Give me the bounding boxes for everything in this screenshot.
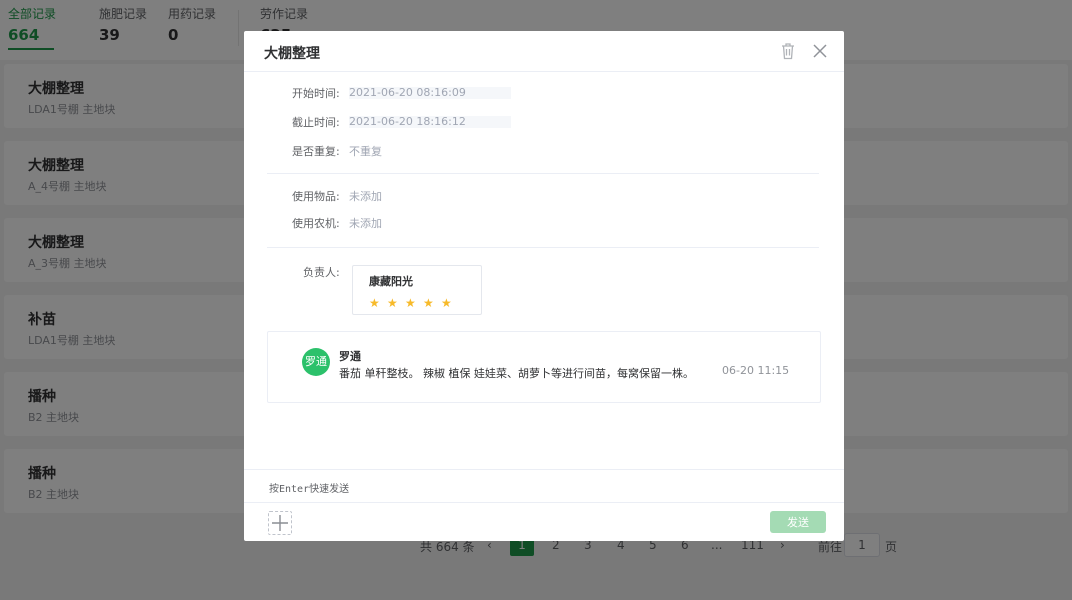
- comment-item: 罗通 罗通 番茄 单秆整枝。 辣椒 植保 娃娃菜、胡萝卜等进行间苗，每窝保留一株…: [267, 331, 821, 403]
- star-icon: ★: [423, 296, 434, 310]
- send-button[interactable]: 发送: [770, 511, 826, 533]
- comment-text: 番茄 单秆整枝。 辣椒 植保 娃娃菜、胡萝卜等进行间苗，每窝保留一株。: [339, 367, 694, 380]
- items-used-label: 使用物品:: [292, 190, 340, 203]
- end-time-value: 2021-06-20 18:16:12: [349, 115, 511, 128]
- comment-time: 06-20 11:15: [722, 364, 790, 377]
- owner-label: 负责人:: [303, 266, 340, 279]
- section-divider: [267, 247, 819, 248]
- owner-rating: ★ ★ ★ ★ ★: [369, 292, 459, 311]
- dialog-title: 大棚整理: [264, 46, 320, 62]
- dialog-header: 大棚整理: [244, 31, 844, 72]
- section-divider: [267, 173, 819, 174]
- star-icon: ★: [387, 296, 398, 310]
- close-icon[interactable]: [812, 43, 828, 59]
- plus-icon: [272, 515, 288, 531]
- trash-icon[interactable]: [780, 42, 796, 60]
- end-time-label: 截止时间:: [292, 116, 340, 129]
- send-hint: 按Enter快速发送: [269, 484, 350, 495]
- repeat-label: 是否重复:: [292, 145, 340, 158]
- star-icon: ★: [405, 296, 416, 310]
- owner-card: 康藏阳光 ★ ★ ★ ★ ★: [352, 265, 482, 315]
- add-attachment-button[interactable]: [268, 511, 292, 535]
- machinery-used-label: 使用农机:: [292, 217, 340, 230]
- record-detail-dialog: 大棚整理 开始时间: 2021-06-20 08:16:09 截止时间: 202…: [244, 31, 844, 541]
- input-divider: [244, 502, 844, 503]
- start-time-value: 2021-06-20 08:16:09: [349, 86, 511, 99]
- star-icon: ★: [369, 296, 380, 310]
- start-time-text: 2021-06-20 08:16:09: [349, 86, 466, 99]
- star-icon: ★: [441, 296, 452, 310]
- owner-name: 康藏阳光: [369, 275, 413, 288]
- comment-input-area[interactable]: 按Enter快速发送 发送: [244, 469, 844, 541]
- repeat-value: 不重复: [349, 145, 382, 158]
- comment-author: 罗通: [339, 350, 361, 363]
- avatar: 罗通: [302, 348, 330, 376]
- items-used-value[interactable]: 未添加: [349, 190, 382, 204]
- end-time-text: 2021-06-20 18:16:12: [349, 115, 466, 128]
- start-time-label: 开始时间:: [292, 87, 340, 100]
- machinery-used-value[interactable]: 未添加: [349, 217, 382, 231]
